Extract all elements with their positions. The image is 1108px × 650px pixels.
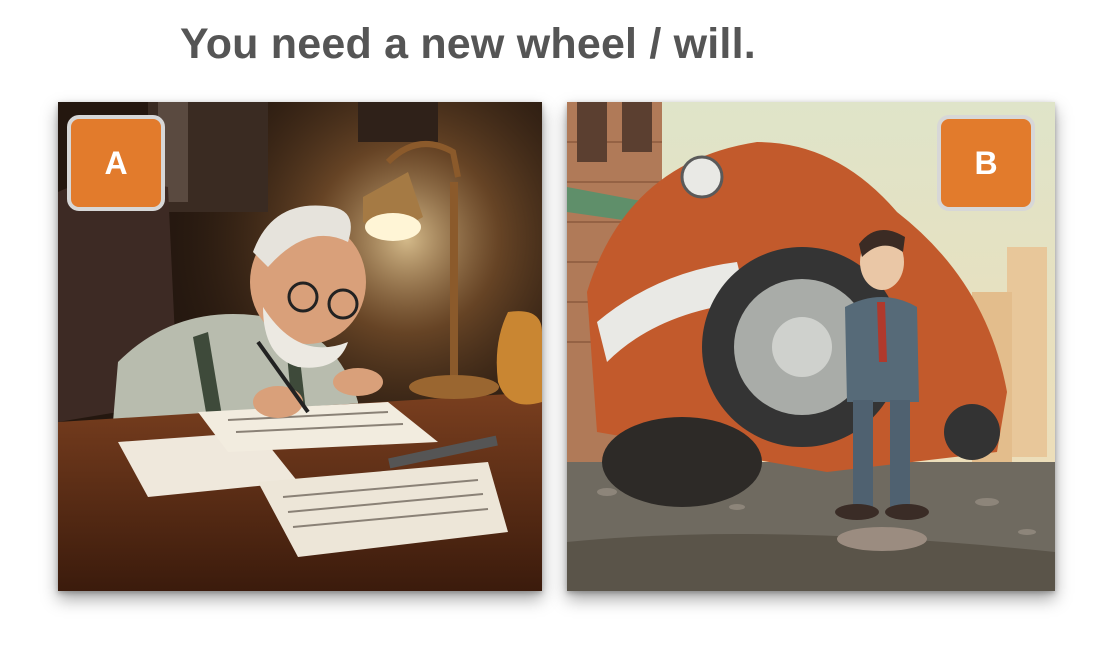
option-a-badge[interactable]: A — [67, 115, 165, 211]
option-b-card[interactable]: B — [567, 102, 1055, 591]
question-title: You need a new wheel / will. — [180, 20, 756, 68]
option-b-badge[interactable]: B — [937, 115, 1035, 211]
option-a-card[interactable]: A — [58, 102, 542, 591]
